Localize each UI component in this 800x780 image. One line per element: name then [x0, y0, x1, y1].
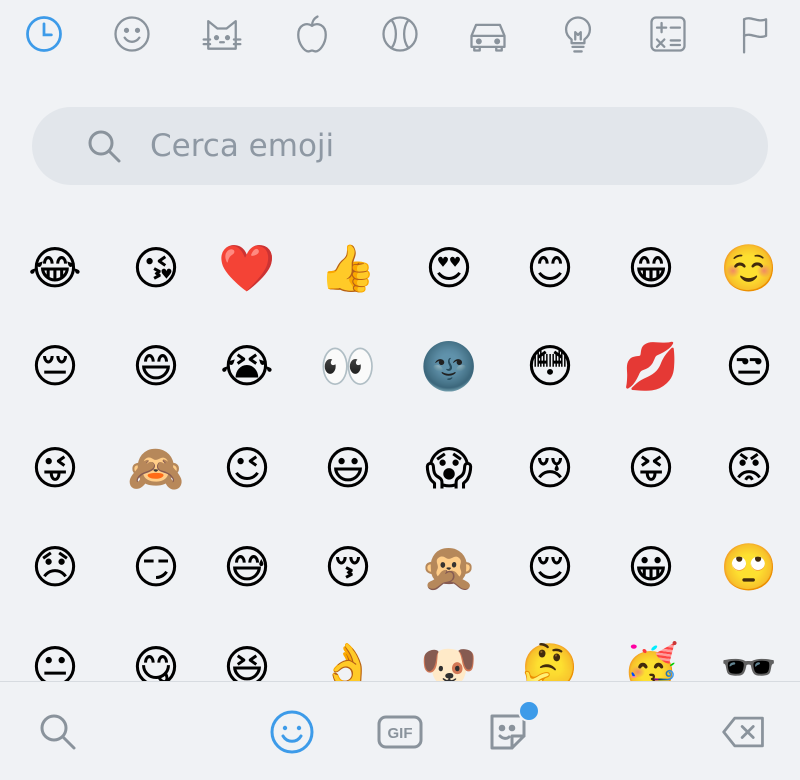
smiley-icon: [114, 16, 150, 52]
tab-activities[interactable]: [376, 10, 424, 58]
cat-icon: [202, 20, 242, 50]
emoji-cell[interactable]: 😒: [704, 321, 794, 411]
ball-icon: [382, 16, 418, 52]
keyboard-bottom-bar: GIF: [0, 681, 800, 780]
emoji-cell[interactable]: 😅: [202, 522, 292, 612]
emoji-cell[interactable]: 😂: [10, 223, 100, 313]
flag-icon: [742, 17, 768, 54]
emoji-cell[interactable]: 😘: [111, 223, 201, 313]
sticker-button[interactable]: [482, 700, 540, 758]
emoji-cell[interactable]: 😊: [505, 223, 595, 313]
emoji-cell[interactable]: 😞: [10, 522, 100, 612]
gif-label: GIF: [388, 725, 413, 742]
emoji-cell[interactable]: 😆: [202, 622, 292, 682]
emoji-cell[interactable]: 🕶️: [704, 622, 794, 682]
tab-objects[interactable]: [554, 10, 602, 58]
emoji-cell[interactable]: 😜: [10, 423, 100, 513]
emoji-cell[interactable]: ❤️: [202, 223, 292, 313]
backspace-icon: [722, 716, 764, 748]
tab-food[interactable]: [288, 10, 336, 58]
car-icon: [470, 23, 506, 52]
tab-flags[interactable]: [732, 10, 780, 58]
emoji-cell[interactable]: 😌: [505, 522, 595, 612]
tab-travel[interactable]: [464, 10, 512, 58]
emoji-icon: [270, 710, 314, 754]
emoji-cell[interactable]: 😢: [505, 423, 595, 513]
new-sticker-badge: [518, 700, 540, 722]
gif-button[interactable]: GIF: [374, 706, 426, 758]
backspace-button[interactable]: [716, 706, 772, 758]
emoji-cell[interactable]: 😔: [10, 321, 100, 411]
emoji-cell[interactable]: 😐: [10, 622, 100, 682]
emoji-cell[interactable]: 🥳: [606, 622, 696, 682]
emoji-cell[interactable]: 🤔: [505, 622, 595, 682]
emoji-cell[interactable]: 👀: [303, 321, 393, 411]
emoji-cell[interactable]: 😱: [404, 423, 494, 513]
search-icon: [88, 130, 121, 163]
emoji-cell[interactable]: 🙄: [704, 522, 794, 612]
emoji-cell[interactable]: 😄: [111, 321, 201, 411]
clock-icon: [26, 16, 62, 52]
emoji-cell[interactable]: 😚: [303, 522, 393, 612]
emoji-search-bar[interactable]: [32, 107, 768, 185]
tab-recent[interactable]: [20, 10, 68, 58]
emoji-cell[interactable]: 😏: [111, 522, 201, 612]
tab-symbols[interactable]: [644, 10, 692, 58]
emoji-cell[interactable]: 🙊: [404, 522, 494, 612]
lightbulb-icon: [564, 16, 592, 53]
emoji-cell[interactable]: ☺️: [704, 223, 794, 313]
emoji-cell[interactable]: 💋: [606, 321, 696, 411]
emoji-cell[interactable]: 😡: [704, 423, 794, 513]
emoji-cell[interactable]: 😀: [606, 522, 696, 612]
emoji-cell[interactable]: 👌: [303, 622, 393, 682]
tab-smileys[interactable]: [108, 10, 156, 58]
apple-icon: [297, 15, 327, 53]
emoji-cell[interactable]: 😃: [303, 423, 393, 513]
symbols-icon: [650, 16, 686, 52]
emoji-category-bar: [0, 0, 800, 70]
gif-icon: GIF: [377, 715, 423, 749]
emoji-cell[interactable]: 👍: [303, 223, 393, 313]
search-icon: [40, 714, 76, 750]
tab-animals[interactable]: [198, 10, 246, 58]
emoji-grid: 😂 😘 ❤️ 👍 😍 😊 😁 ☺️ 😔 😄 😭 👀 🌚 😳 💋 😒 😜 🙈 😉 😃 😱 😢 😝 😡 😞 😏 😅 😚 🙊 😌 😀 🙄 😐 😋 😆 👌 🐶 🤔…: [0, 215, 800, 682]
emoji-cell[interactable]: 😁: [606, 223, 696, 313]
search-button[interactable]: [32, 706, 84, 758]
emoji-cell[interactable]: 😋: [111, 622, 201, 682]
emoji-cell[interactable]: 🙈: [111, 423, 201, 513]
emoji-cell[interactable]: 😝: [606, 423, 696, 513]
emoji-cell[interactable]: 🐶: [404, 622, 494, 682]
emoji-cell[interactable]: 🌚: [404, 321, 494, 411]
emoji-cell[interactable]: 😭: [202, 321, 292, 411]
emoji-cell[interactable]: 😉: [202, 423, 292, 513]
emoji-search-input[interactable]: [150, 128, 710, 164]
emoji-cell[interactable]: 😍: [404, 223, 494, 313]
emoji-cell[interactable]: 😳: [505, 321, 595, 411]
emoji-button[interactable]: [266, 706, 318, 758]
